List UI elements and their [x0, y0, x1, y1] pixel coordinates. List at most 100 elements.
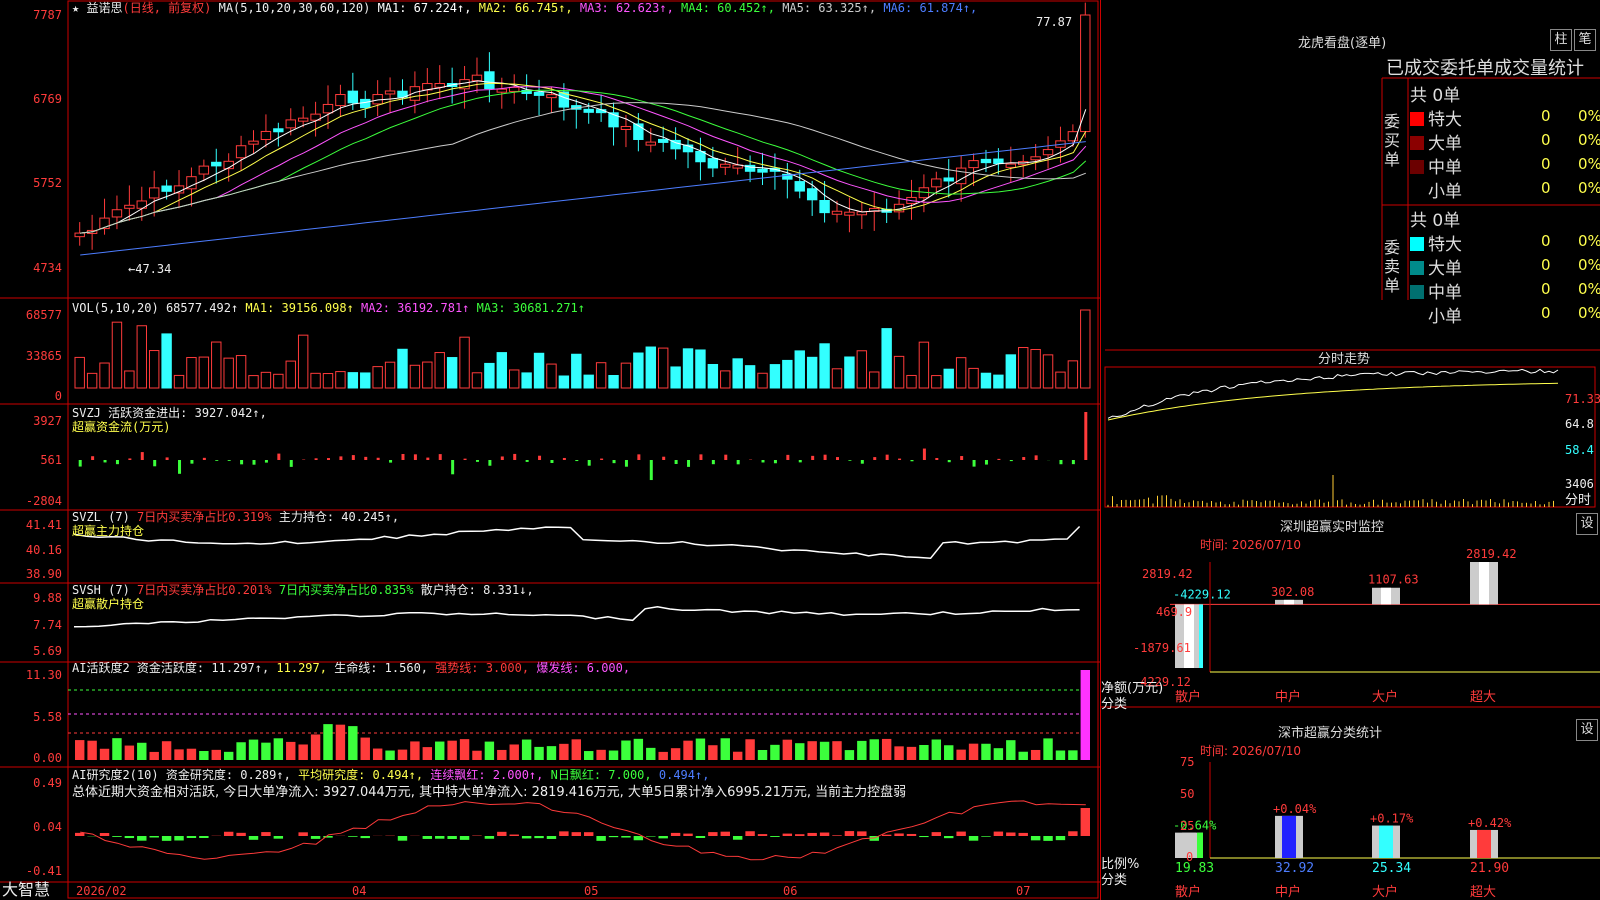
sell-count-3: 0 [1541, 280, 1551, 298]
monitor-value-2: 302.08 [1271, 585, 1314, 599]
class-cat-label: 分类 [1101, 874, 1127, 888]
candle [894, 190, 903, 219]
ai2-bar [398, 836, 407, 841]
vol-bar [323, 374, 332, 388]
ai1-bar [919, 745, 928, 760]
candle [199, 160, 208, 182]
class-value-1: 19.83 [1175, 861, 1214, 876]
vol-axis-3: 0 [0, 389, 62, 403]
ai1-bar [149, 752, 158, 760]
kline-chart-area[interactable] [0, 0, 1100, 900]
vol-bar [1019, 348, 1028, 388]
ai2-bar [1068, 831, 1077, 836]
svzj-bar [352, 455, 355, 460]
date-label-1: 2026/02 [76, 884, 127, 898]
ai1-bar [932, 739, 941, 760]
ai1-bar [807, 741, 816, 760]
ai1-bar [187, 749, 196, 760]
monitor-axis-2: 469.9 [1156, 605, 1192, 619]
vol-bar [646, 347, 655, 388]
svzj-bar [613, 460, 616, 463]
ai2-bar [981, 836, 990, 837]
ai2-bar [721, 832, 730, 836]
vol-bar [547, 364, 556, 388]
svzj-bar [836, 457, 839, 460]
vol-bar [460, 337, 469, 388]
vol-bar [472, 373, 481, 388]
vol-bar [199, 357, 208, 388]
stock-name: 益诺思 [86, 1, 122, 15]
ai1-bar [547, 746, 556, 760]
ai1-bar [199, 751, 208, 760]
svzj-bar [1072, 460, 1075, 464]
candle [733, 147, 742, 174]
svzj-bar [811, 456, 814, 460]
svzj-bar [228, 460, 231, 461]
svzj-bar [699, 454, 702, 460]
svzj-bar [973, 460, 976, 467]
ai2-bar [634, 836, 643, 840]
class-category-1: 散户 [1175, 884, 1201, 900]
buy-row-2: 大单 [1410, 129, 1462, 154]
svzj-bar [364, 457, 367, 460]
intraday-chart[interactable] [1100, 340, 1600, 510]
ai1-bar [236, 742, 245, 760]
ai2-line [80, 801, 1086, 860]
ai2-bar [100, 833, 109, 836]
intraday-avg-line [1108, 383, 1558, 420]
ai1-bar [733, 752, 742, 760]
ai1-bar [770, 745, 779, 760]
vol-bar [410, 365, 419, 388]
class-category-4: 超大 [1470, 885, 1496, 900]
monitor-category-1: 散户 [1175, 689, 1201, 705]
ai2-bar [1056, 836, 1065, 840]
ai2-bar [994, 832, 1003, 836]
main-axis-1: 7787 [0, 8, 62, 22]
svzj-bar [824, 455, 827, 460]
ai1-axis-1: 11.30 [0, 668, 62, 682]
class-bar-2 [1275, 816, 1303, 858]
monitor-bar-2 [1275, 600, 1303, 605]
class-axis-4: 0 [1186, 850, 1193, 864]
candle [236, 136, 245, 171]
ai1-bar [423, 747, 432, 760]
ai2-bar [907, 834, 916, 836]
ai2-bar [807, 833, 816, 836]
ai1-bar [361, 738, 370, 760]
buy-count-2: 0 [1541, 131, 1551, 149]
ai2-bar [733, 836, 742, 840]
buy-group-label: 委买单 [1384, 112, 1404, 169]
svsh-header: SVSH (7) 7日内买卖净占比0.201% 7日内买卖净占比0.835% 散… [72, 583, 534, 597]
ai1-bar [137, 743, 146, 760]
monitor-bar-4 [1470, 562, 1498, 604]
class-bar-4 [1470, 830, 1498, 858]
main-header: ★ 益诺思(日线, 前复权) MA(5,10,20,30,60,120) MA1… [72, 1, 977, 15]
vol-bar [795, 351, 804, 388]
candle [783, 163, 792, 198]
svzl-header: SVZL (7) 7日内买卖净占比0.319% 主力持仓: 40.245↑, [72, 510, 399, 524]
ai2-bar [857, 831, 866, 836]
svzl-axis-3: 38.90 [0, 567, 62, 581]
candle [510, 74, 519, 103]
ai2-bar [311, 836, 320, 839]
candle [807, 181, 816, 216]
ai1-bar [1006, 740, 1015, 760]
svsh-axis-3: 5.69 [0, 644, 62, 658]
high-mark: 77.87 [1036, 15, 1072, 29]
ai1-bar [1081, 670, 1090, 760]
svzl-sub: 超赢主力持仓 [72, 524, 144, 538]
vol-bar [373, 367, 382, 388]
monitor-category-3: 大户 [1372, 689, 1398, 705]
ai1-bar [174, 749, 183, 760]
intraday-axis-3: 58.4 [1565, 443, 1594, 457]
ma-label: MA(5,10,20,30,60,120) [219, 1, 371, 15]
ai2-bar [236, 833, 245, 836]
ai2-bar [460, 836, 469, 840]
buy-row-3: 中单 [1410, 153, 1462, 178]
ai1-bar [385, 751, 394, 760]
monitor-bar-3 [1372, 588, 1400, 605]
svzj-bar [426, 458, 429, 460]
ai1-bar [87, 741, 96, 760]
buy-pct-2: 0% [1578, 131, 1600, 149]
ai1-bar [485, 742, 494, 760]
